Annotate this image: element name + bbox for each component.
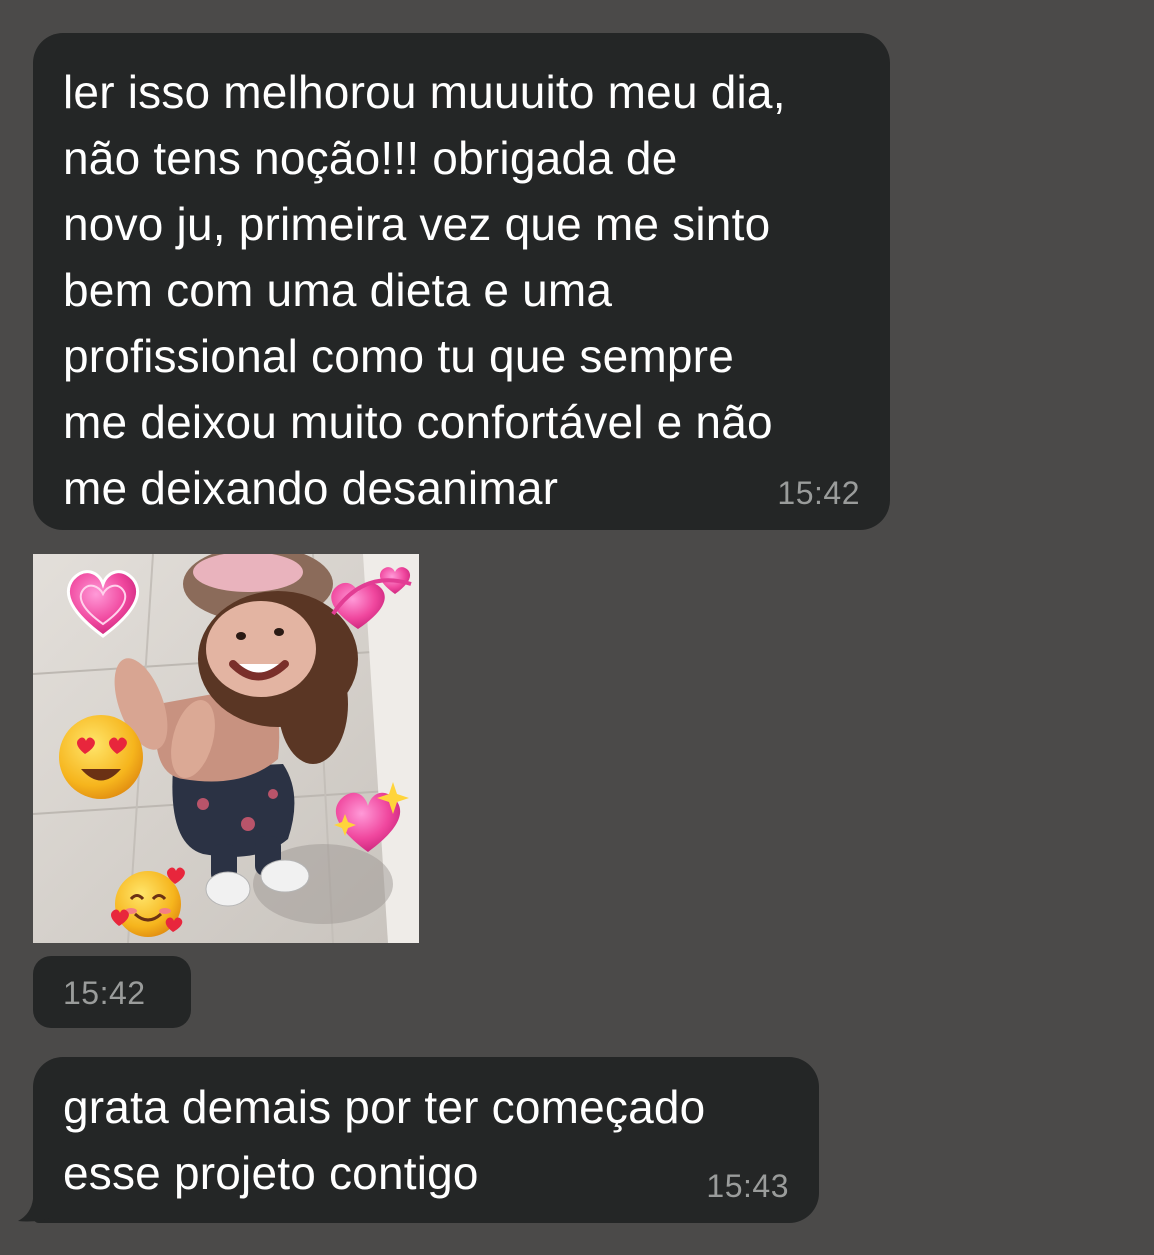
message-bubble[interactable]: grata demais por ter começado esse proje… [33, 1057, 819, 1223]
photo-message[interactable] [33, 554, 419, 943]
message-timestamp: 15:42 [777, 475, 860, 511]
message-text: ler isso melhorou muuuito meu dia, não t… [63, 66, 786, 514]
message-text: grata demais por ter começado esse proje… [63, 1081, 706, 1199]
bubble-tail [18, 1181, 54, 1222]
message-bubble[interactable]: ler isso melhorou muuuito meu dia, não t… [33, 33, 890, 530]
child-photo [33, 554, 419, 943]
photo-timestamp-chip: 15:42 [33, 956, 191, 1028]
heart-eyes-emoji-icon [59, 715, 143, 799]
message-timestamp: 15:43 [706, 1168, 789, 1204]
message-timestamp: 15:42 [63, 975, 146, 1011]
